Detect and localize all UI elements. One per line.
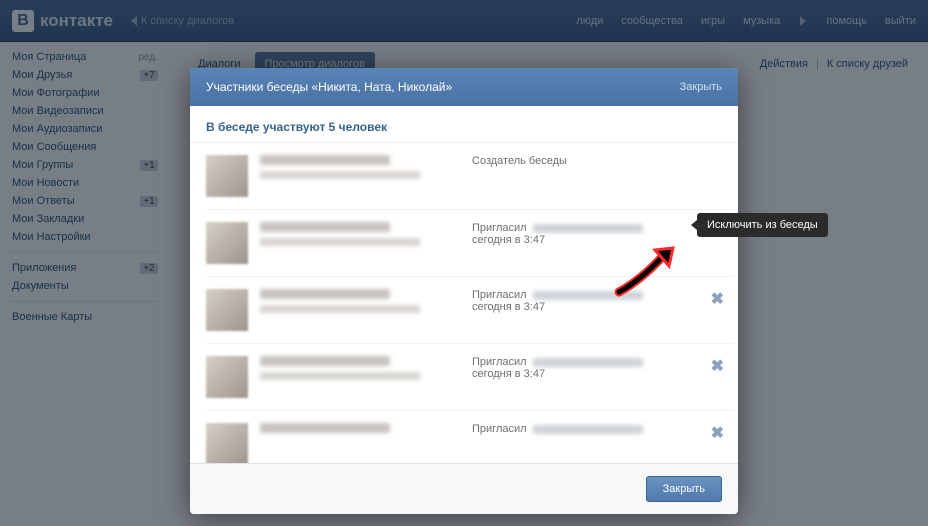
participant-info: Пригласил сегодня в 3:47 [472,222,699,246]
modal-overlay: Участники беседы «Никита, Ната, Николай»… [0,0,928,526]
participant-meta-blurred [260,171,420,179]
participant-row: Пригласил сегодня в 3:47 ✖ [206,210,734,277]
participant-row: Пригласил сегодня в 3:47 ✖ [206,277,734,344]
participant-info: Пригласил [472,423,699,435]
participant-name-col [260,222,460,252]
inviter-name-blurred[interactable] [533,291,643,300]
avatar[interactable] [206,423,248,463]
participant-info: Пригласил сегодня в 3:47 [472,356,699,380]
participants-list[interactable]: Создатель беседы Пригласил сегодня в 3:4… [190,143,738,463]
invited-time: сегодня в 3:47 [472,301,699,313]
participant-meta-blurred [260,372,420,380]
inviter-name-blurred[interactable] [533,358,643,367]
remove-participant-button[interactable]: ✖ [711,423,724,443]
invited-by-label: Пригласил [472,222,527,234]
modal-footer: Закрыть [190,463,738,514]
participant-name-blurred[interactable] [260,289,390,299]
participant-name-col [260,155,460,185]
participant-row: Создатель беседы [206,143,734,210]
invited-by-label: Пригласил [472,423,527,435]
remove-participant-button[interactable]: ✖ [711,356,724,376]
participant-name-col [260,289,460,319]
invited-time: сегодня в 3:47 [472,234,699,246]
participants-modal: Участники беседы «Никита, Ната, Николай»… [190,68,738,514]
participant-name-blurred[interactable] [260,356,390,366]
modal-subtitle: В беседе участвуют 5 человек [190,106,738,143]
remove-tooltip: Исключить из беседы [697,213,828,237]
participant-role: Создатель беседы [472,155,734,167]
invited-by-label: Пригласил [472,289,527,301]
participant-name-blurred[interactable] [260,222,390,232]
remove-participant-button[interactable]: ✖ [711,289,724,309]
invited-time: сегодня в 3:47 [472,368,699,380]
inviter-name-blurred[interactable] [533,224,643,233]
close-button[interactable]: Закрыть [646,476,722,502]
participant-name-blurred[interactable] [260,423,390,433]
participant-name-blurred[interactable] [260,155,390,165]
modal-close-link[interactable]: Закрыть [680,81,722,93]
avatar[interactable] [206,289,248,331]
avatar[interactable] [206,356,248,398]
participant-info: Пригласил сегодня в 3:47 [472,289,699,313]
invited-by-label: Пригласил [472,356,527,368]
avatar[interactable] [206,155,248,197]
modal-title: Участники беседы «Никита, Ната, Николай» [206,80,452,94]
participant-meta-blurred [260,305,420,313]
inviter-name-blurred[interactable] [533,425,643,434]
modal-header: Участники беседы «Никита, Ната, Николай»… [190,68,738,106]
participant-row: Пригласил сегодня в 3:47 ✖ [206,344,734,411]
participant-meta-blurred [260,238,420,246]
avatar[interactable] [206,222,248,264]
participant-name-col [260,356,460,386]
participant-name-col [260,423,460,439]
participant-row: Пригласил ✖ [206,411,734,463]
